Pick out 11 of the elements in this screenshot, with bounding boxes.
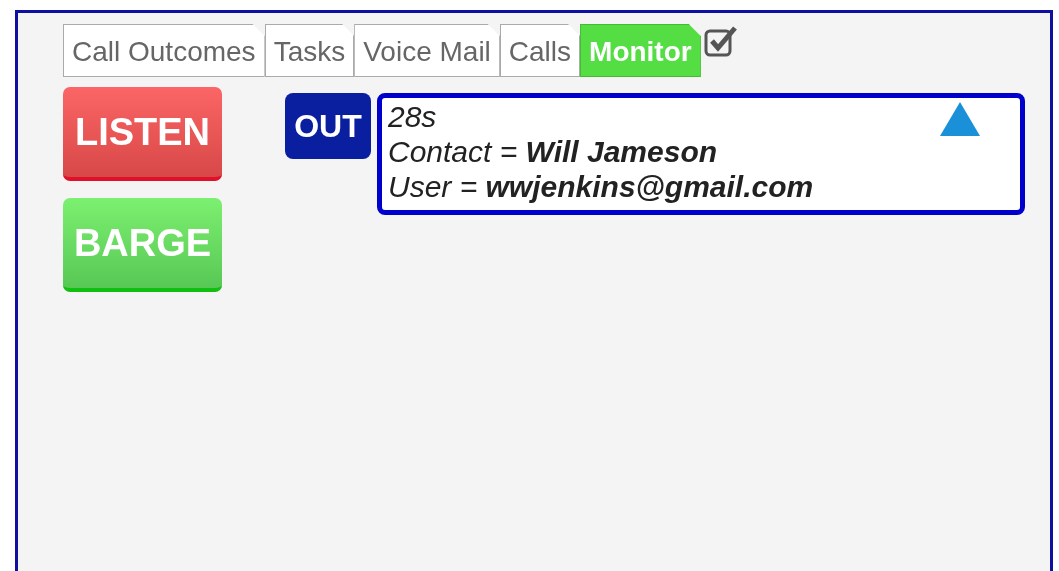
call-detail: 28s bbox=[388, 99, 437, 134]
call-detail: Contact = Will Jameson bbox=[388, 134, 718, 169]
tab[interactable]: Voice Mail bbox=[354, 24, 500, 77]
direction-badge: OUT bbox=[285, 93, 371, 159]
checkbox-icon[interactable] bbox=[703, 25, 738, 57]
tab[interactable]: Tasks bbox=[264, 24, 355, 77]
tab[interactable]: Calls bbox=[499, 24, 581, 77]
call-detail: User = wwjenkins@gmail.com bbox=[388, 169, 814, 204]
tab[interactable]: Call Outcomes bbox=[63, 24, 265, 77]
collapse-icon[interactable] bbox=[940, 102, 980, 136]
listen-button[interactable]: LISTEN bbox=[63, 87, 222, 181]
